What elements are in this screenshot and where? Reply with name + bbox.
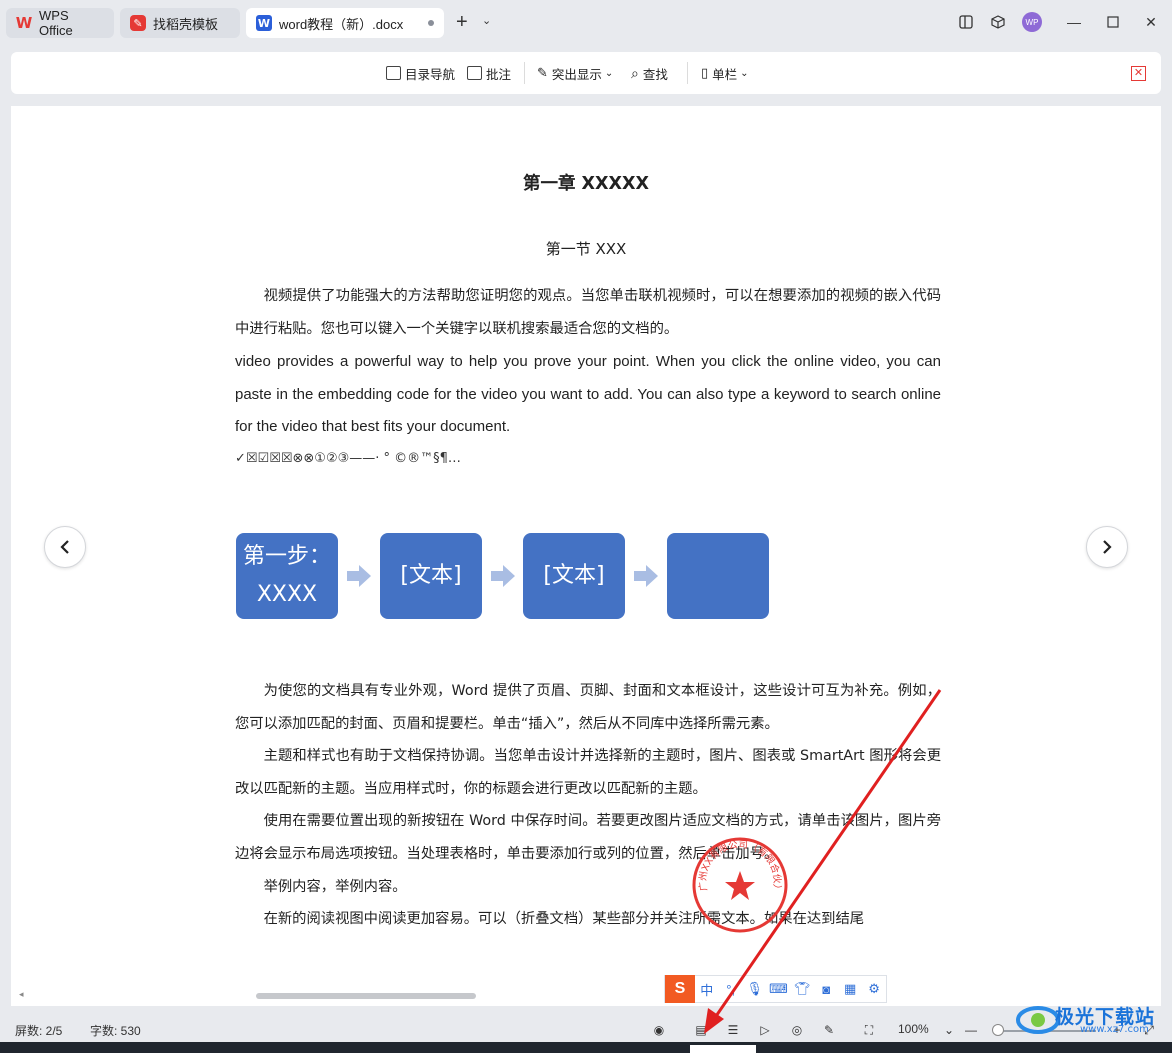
tab-wps-office[interactable]: W WPS Office: [6, 8, 114, 38]
page-view-icon[interactable]: ▤: [692, 1021, 710, 1039]
close-window-icon[interactable]: ✕: [1139, 10, 1163, 34]
unsaved-dot-icon[interactable]: [428, 20, 434, 26]
outline-view-icon[interactable]: ☰: [724, 1021, 742, 1039]
toc-nav-button[interactable]: 目录导航: [386, 64, 455, 82]
highlight-button[interactable]: ✎ 突出显示 ⌄: [537, 64, 613, 82]
comment-icon: [467, 66, 482, 80]
smartart-arrow-icon: [491, 565, 515, 587]
reading-toolbar: 目录导航 批注 ✎ 突出显示 ⌄ ⌕ 查找 ▯ 单栏 ⌄ ✕: [11, 52, 1161, 94]
tab-label: word教程（新）.docx: [279, 16, 404, 32]
paragraph: 举例内容，举例内容。: [263, 879, 407, 895]
chevron-down-icon[interactable]: ⌄: [940, 1021, 958, 1039]
page-icon: ▯: [701, 65, 709, 80]
find-button[interactable]: ⌕ 查找: [631, 64, 668, 82]
company-seal: 广州XX有限公司（有限合伙）: [692, 837, 788, 933]
next-page-button[interactable]: [1086, 526, 1128, 568]
paragraph: 主题和样式也有助于文档保持协调。当您单击设计并选择新的主题时，图片、图表或 Sm…: [235, 748, 941, 797]
divider: [687, 62, 688, 84]
taskbar-active-app[interactable]: [690, 1045, 756, 1053]
symbols-line: ✓☒☑☒☒⊗⊗①②③——· ° ©®™§¶…: [235, 451, 461, 466]
tab-label: WPS Office: [39, 8, 73, 38]
pen-icon[interactable]: ✎: [820, 1021, 838, 1039]
paragraph: 视频提供了功能强大的方法帮助您证明您的观点。当您单击联机视频时，可以在想要添加的…: [235, 288, 941, 337]
smartart-arrow-icon: [634, 565, 658, 587]
word-doc-icon: W: [256, 15, 272, 31]
smartart-step[interactable]: [文本]: [380, 533, 482, 619]
avatar[interactable]: WP: [1022, 12, 1042, 32]
toc-label: 目录导航: [405, 67, 456, 82]
sogou-logo-icon[interactable]: S: [665, 975, 695, 1003]
maximize-icon[interactable]: [1101, 10, 1125, 34]
column-button[interactable]: ▯ 单栏 ⌄: [701, 64, 749, 82]
microphone-icon[interactable]: 🎙︎: [743, 981, 767, 997]
chevron-down-icon[interactable]: ⌄: [482, 14, 491, 27]
highlight-label: 突出显示: [551, 67, 602, 82]
column-label: 单栏: [712, 67, 738, 82]
skin-icon[interactable]: 👕︎: [790, 981, 814, 997]
play-icon[interactable]: ▷: [756, 1021, 774, 1039]
smartart-arrow-icon: [347, 565, 371, 587]
web-view-icon[interactable]: ◎: [788, 1021, 806, 1039]
settings-icon[interactable]: ⚙: [862, 981, 886, 997]
smartart-step[interactable]: [667, 533, 769, 619]
word-count[interactable]: 字数: 530: [90, 1022, 141, 1039]
game-icon[interactable]: ◙: [814, 982, 838, 997]
layout-icon[interactable]: [954, 10, 978, 34]
paragraph: 为使您的文档具有专业外观，Word 提供了页眉、页脚、封面和文本框设计，这些设计…: [235, 683, 941, 732]
cube-icon[interactable]: [986, 10, 1010, 34]
smartart-step[interactable]: 第一步：XXXX: [236, 533, 338, 619]
status-bar: 屏数: 2/5 字数: 530 ◉ ▤ ☰ ▷ ◎ ✎ ⛶ 100% ⌄ — +…: [0, 1018, 1172, 1042]
horizontal-scrollbar[interactable]: ◂: [11, 986, 1161, 1006]
daoke-logo-icon: ✎: [130, 15, 146, 31]
previous-page-button[interactable]: [44, 526, 86, 568]
tab-template-store[interactable]: ✎ 找稻壳模板: [120, 8, 240, 38]
chapter-title: 第一章 XXXXX: [522, 174, 650, 194]
search-icon: ⌕: [631, 64, 639, 81]
windows-taskbar: [0, 1042, 1172, 1053]
highlighter-icon: ✎: [537, 65, 548, 80]
zoom-level[interactable]: 100%: [898, 1022, 929, 1036]
toc-icon: [386, 66, 401, 80]
tab-label: 找稻壳模板: [153, 16, 219, 32]
zoom-slider-handle[interactable]: [992, 1024, 1004, 1036]
eye-icon[interactable]: ◉: [650, 1021, 668, 1039]
chevron-down-icon: ⌄: [604, 67, 614, 79]
keyboard-icon[interactable]: ⌨: [767, 981, 791, 997]
wps-logo-icon: W: [15, 14, 33, 32]
find-label: 查找: [642, 67, 668, 82]
minimize-icon[interactable]: —: [1062, 10, 1086, 34]
chevron-down-icon: ⌄: [740, 67, 749, 79]
paragraph: 使用在需要位置出现的新按钮在 Word 中保存时间。若要更改图片适应文档的方式，…: [235, 813, 941, 862]
watermark-url: www.xz7.com: [1080, 1024, 1149, 1035]
ime-mode[interactable]: 中: [695, 980, 719, 999]
fit-page-icon[interactable]: ⛶: [860, 1021, 878, 1039]
tab-document[interactable]: W word教程（新）.docx: [246, 8, 444, 38]
paragraph: video provides a powerful way to help yo…: [235, 353, 941, 435]
new-tab-button[interactable]: +: [456, 12, 468, 32]
page-count[interactable]: 屏数: 2/5: [15, 1022, 62, 1039]
scroll-left-icon[interactable]: ◂: [19, 989, 24, 1000]
title-bar: W WPS Office ✎ 找稻壳模板 W word教程（新）.docx + …: [0, 0, 1172, 44]
paragraph: 在新的阅读视图中阅读更加容易。可以（折叠文档）某些部分并关注所需文本。如果在达到…: [263, 911, 865, 927]
divider: [524, 62, 525, 84]
apps-icon[interactable]: ▦: [838, 981, 862, 997]
section-title: 第一节 XXX: [545, 240, 627, 258]
document-page: 第一章 XXXXX 第一节 XXX 视频提供了功能强大的方法帮助您证明您的观点。…: [11, 106, 1161, 986]
ime-toolbar[interactable]: S 中 °, 🎙︎ ⌨ 👕︎ ◙ ▦ ⚙: [664, 975, 887, 1003]
comment-label: 批注: [486, 67, 512, 82]
smartart-step[interactable]: [文本]: [523, 533, 625, 619]
punctuation-icon[interactable]: °,: [719, 982, 743, 997]
exit-reading-mode-icon[interactable]: ✕: [1131, 66, 1146, 81]
zoom-out-icon[interactable]: —: [962, 1021, 980, 1039]
comment-button[interactable]: 批注: [467, 64, 511, 82]
scrollbar-thumb[interactable]: [256, 993, 476, 999]
